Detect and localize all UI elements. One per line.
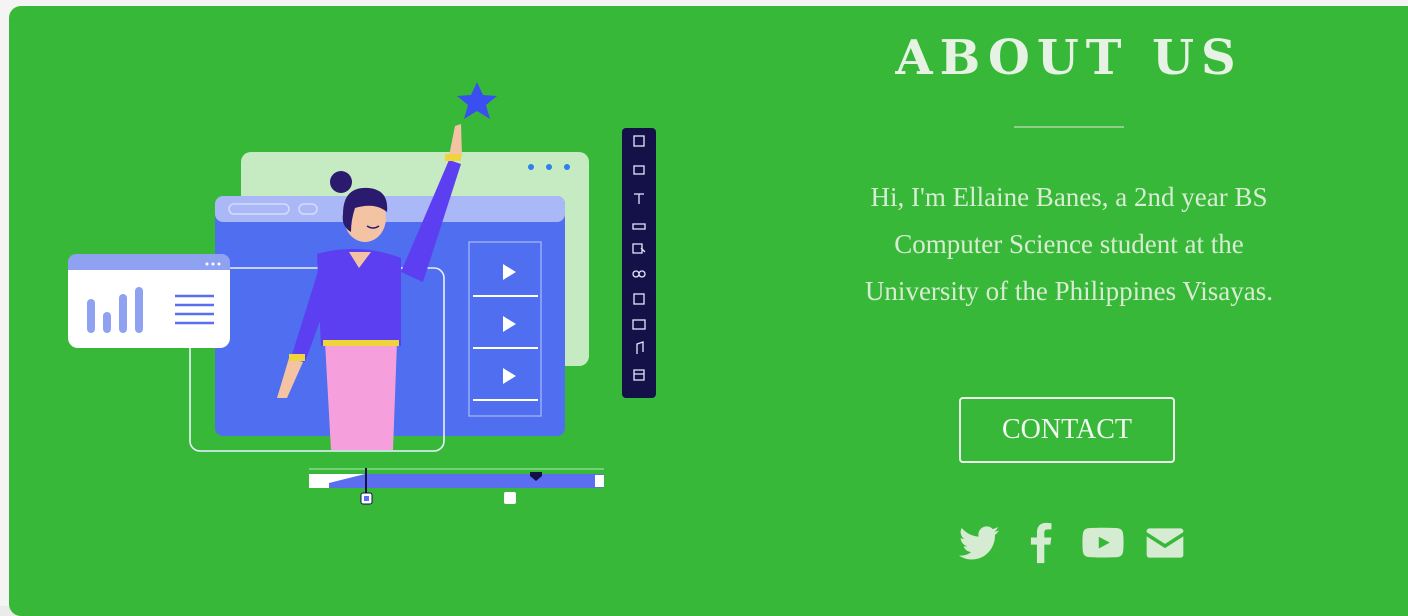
facebook-icon: [1030, 522, 1052, 564]
title-divider: [1014, 126, 1124, 128]
editor-toolbar: [622, 128, 656, 398]
social-links: [957, 518, 1187, 568]
about-section: ABOUT US Hi, I'm Ellaine Banes, a 2nd ye…: [9, 6, 1408, 616]
email-icon: [1146, 528, 1184, 558]
about-description: Hi, I'm Ellaine Banes, a 2nd year BS Com…: [864, 182, 1274, 306]
window-dot: [546, 164, 552, 170]
front-window-bar: [215, 196, 565, 222]
about-illustration: [68, 82, 656, 505]
youtube-link[interactable]: [1081, 521, 1125, 565]
facebook-link[interactable]: [1019, 521, 1063, 565]
email-link[interactable]: [1143, 521, 1187, 565]
page-title: ABOUT US: [895, 30, 1243, 86]
window-dot: [528, 164, 534, 170]
star-icon: [457, 82, 497, 119]
youtube-icon: [1082, 527, 1124, 558]
twitter-icon: [958, 526, 1000, 560]
twitter-link[interactable]: [957, 521, 1001, 565]
contact-button[interactable]: CONTACT: [959, 397, 1175, 463]
timeline: [309, 468, 604, 505]
window-dot: [564, 164, 570, 170]
chart-card: [68, 254, 230, 348]
